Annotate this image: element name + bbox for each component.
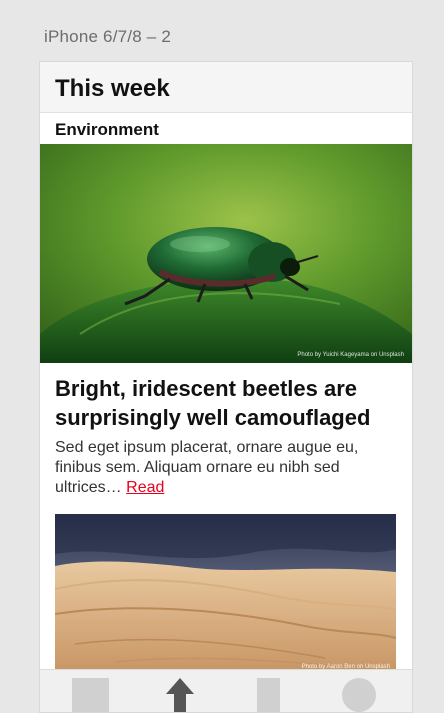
tab-circle[interactable] — [342, 670, 378, 712]
page-title: This week — [55, 75, 170, 102]
section-label: Environment — [55, 120, 159, 139]
tab-square[interactable] — [72, 670, 110, 712]
rectangle-icon — [257, 678, 280, 712]
nav-header: This week — [40, 62, 412, 113]
tab-arrow[interactable] — [163, 670, 197, 712]
desert-photo-icon — [55, 514, 396, 674]
tab-rectangle[interactable] — [257, 670, 281, 712]
hero-photo-credit: Photo by Yuichi Kageyama on Unsplash — [297, 352, 404, 358]
article-summary: Sed eget ipsum placerat, ornare augue eu… — [55, 438, 400, 498]
beetle-photo-icon — [40, 144, 412, 363]
tab-bar — [40, 669, 412, 712]
artboard-label: iPhone 6/7/8 – 2 — [44, 27, 172, 46]
hero-image[interactable]: Photo by Yuichi Kageyama on Unsplash — [40, 144, 412, 363]
article-summary-text: Sed eget ipsum placerat, ornare augue eu… — [55, 439, 359, 496]
circle-icon — [342, 678, 376, 712]
arrow-up-icon — [166, 678, 194, 712]
square-icon — [72, 678, 109, 712]
read-link[interactable]: Read — [126, 479, 164, 496]
phone-frame: This week Environment Photo by Yuichi Ka… — [39, 61, 413, 713]
article-headline[interactable]: Bright, iridescent beetles are surprisin… — [55, 374, 405, 432]
second-article-image[interactable]: Photo by Aaron Ben on Unsplash — [55, 514, 396, 674]
